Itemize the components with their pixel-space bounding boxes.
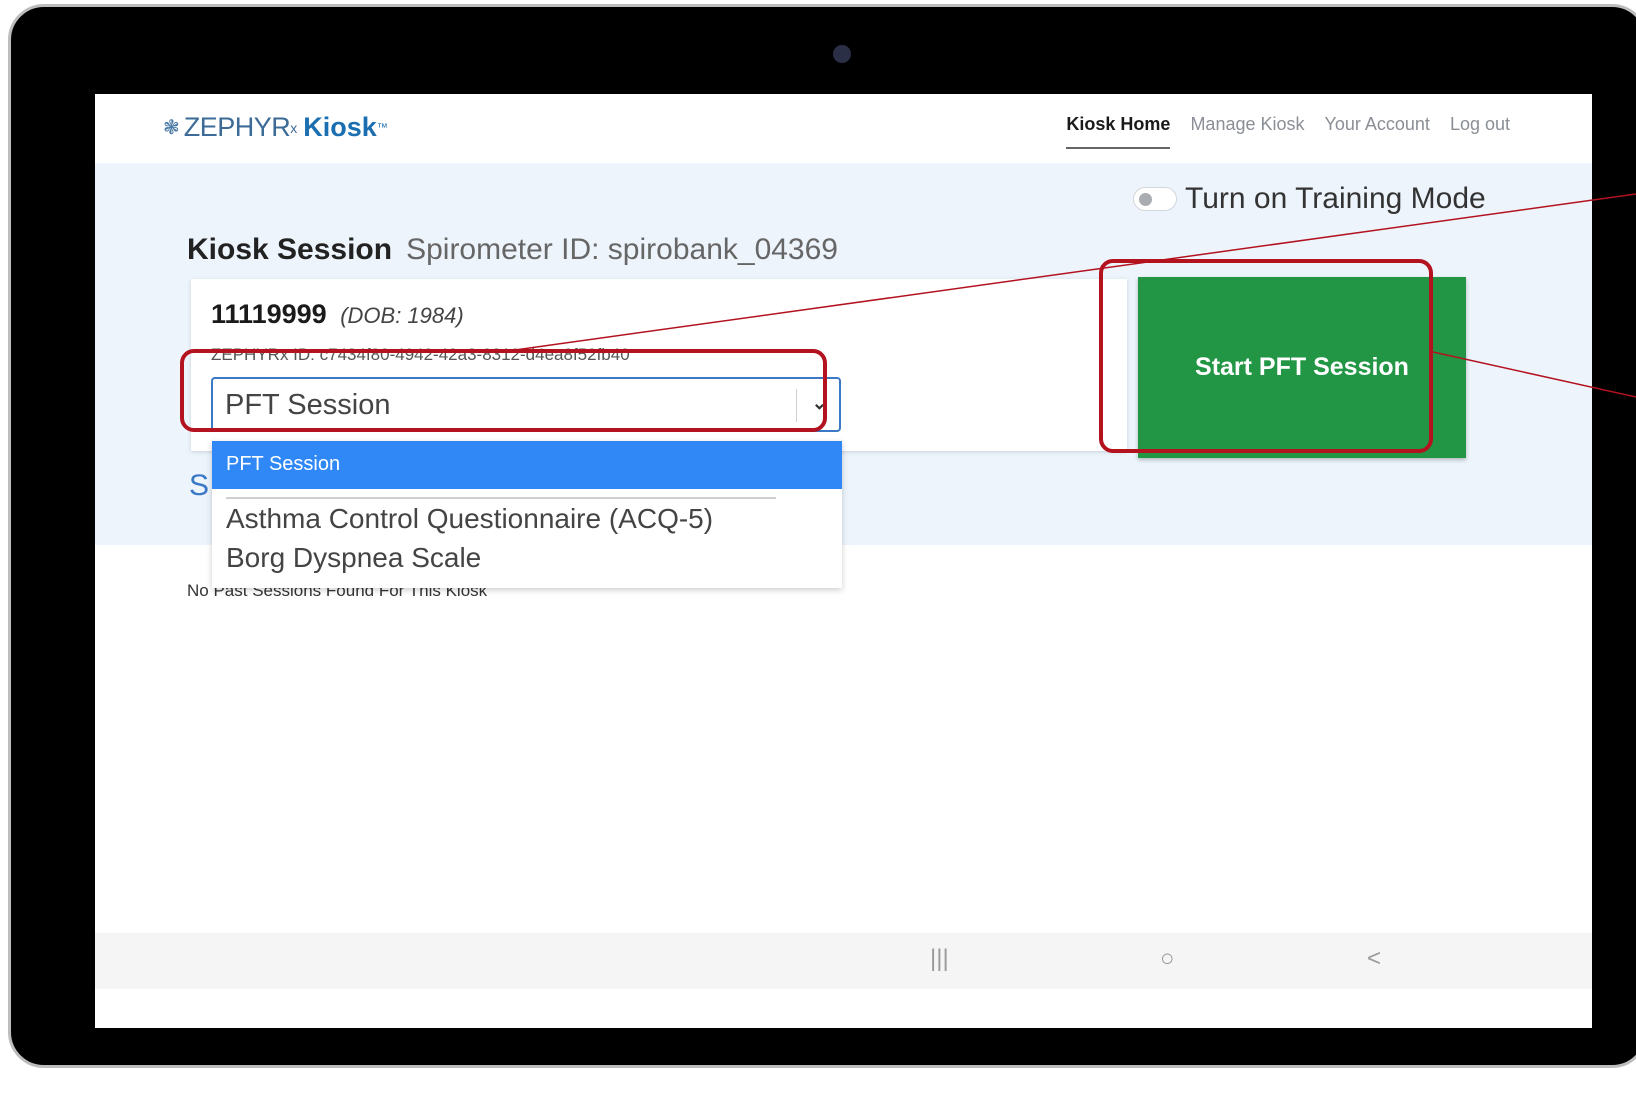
callout-line-select	[514, 193, 1636, 351]
callout-line-button	[1432, 351, 1636, 398]
annotation-callout-lines	[514, 193, 1636, 398]
